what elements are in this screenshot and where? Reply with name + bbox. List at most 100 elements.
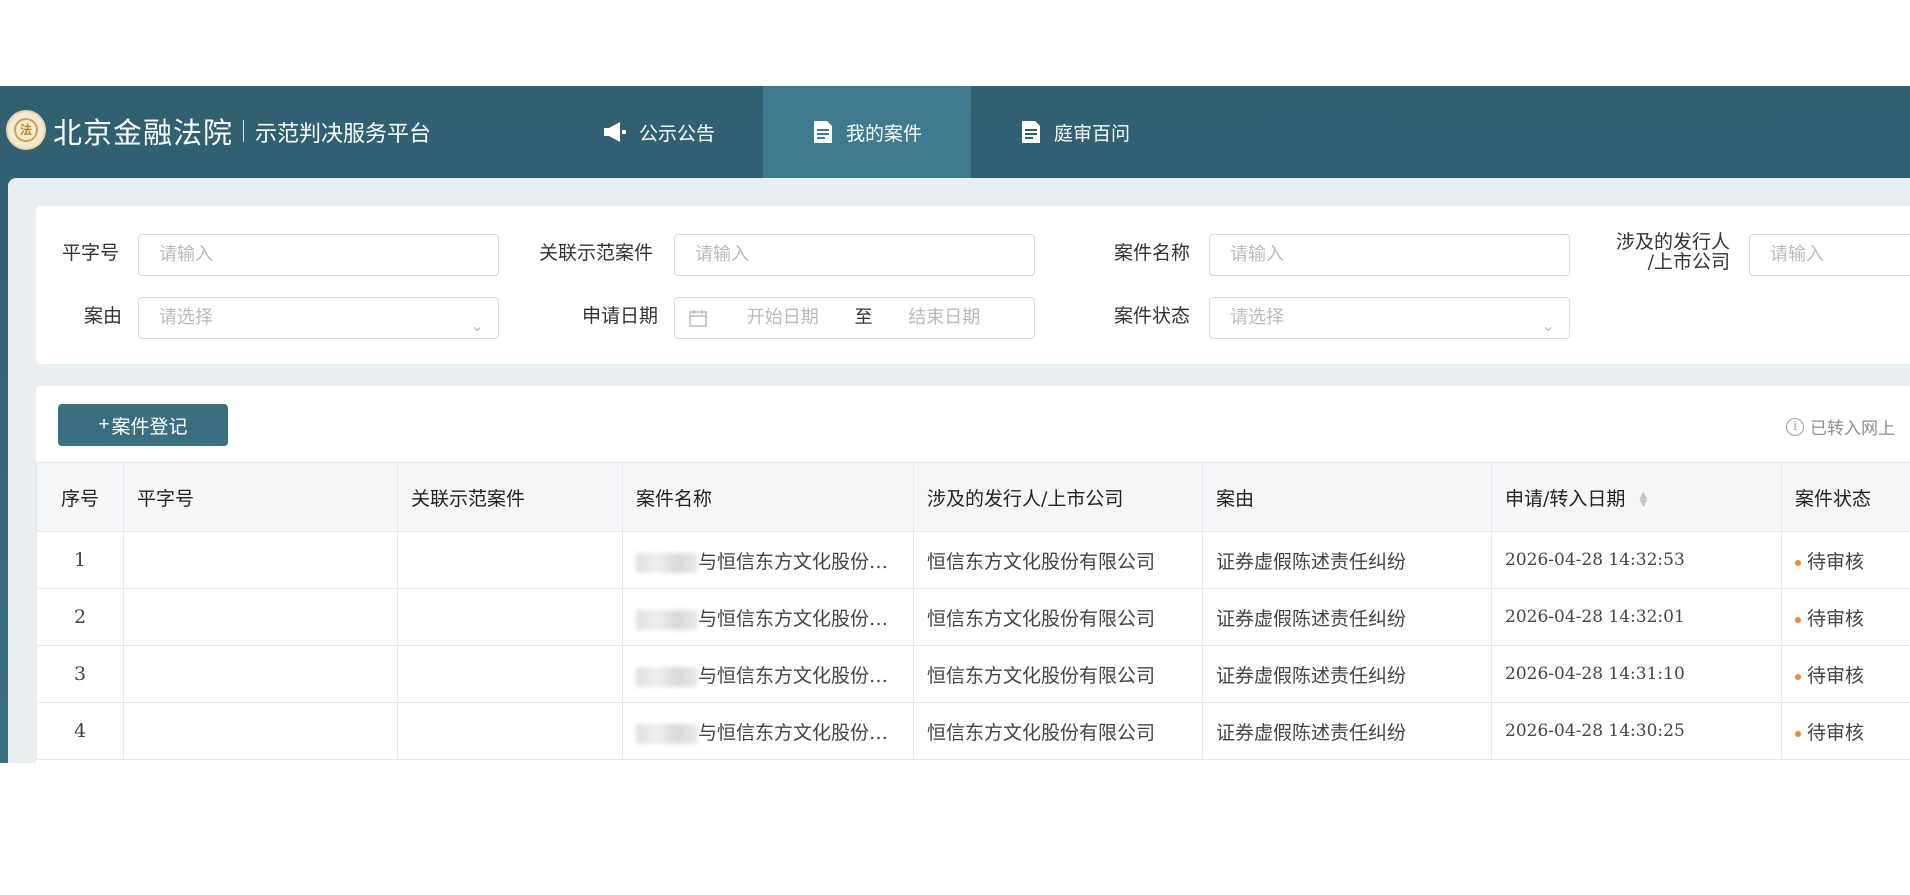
cell-related — [397, 531, 623, 589]
col-header-date[interactable]: 申请/转入日期 ▲ ▼ — [1491, 462, 1782, 532]
case-table-panel: + 案件登记 i 已转入网上 序号 平字号 关联示范案件 案件名称 涉及的发行人… — [36, 386, 1910, 763]
cell-issuer: 恒信东方文化股份有限公司 — [913, 702, 1203, 760]
cause-select[interactable]: 请选择 ⌄ — [138, 297, 499, 339]
cell-status: 待审核 — [1781, 645, 1910, 703]
cell-case-no — [123, 588, 398, 646]
cell-related — [397, 645, 623, 703]
col-header-cause: 案由 — [1202, 462, 1492, 532]
info-icon: i — [1786, 417, 1804, 436]
col-header-case-name: 案件名称 — [622, 462, 914, 532]
case-name-text: 与恒信东方文化股份… — [698, 550, 889, 573]
cell-index: 2 — [36, 588, 124, 646]
cell-date: 2026-04-28 14:32:01 — [1491, 588, 1782, 646]
cell-date: 2026-04-28 14:32:53 — [1491, 531, 1782, 589]
status-text: 待审核 — [1807, 607, 1865, 630]
cell-case-no — [123, 531, 398, 589]
cell-issuer: 恒信东方文化股份有限公司 — [913, 588, 1203, 646]
cell-case-no — [123, 645, 398, 703]
table-row[interactable]: 4 与恒信东方文化股份… 恒信东方文化股份有限公司 证券虚假陈述责任纠纷 202… — [36, 702, 1910, 760]
col-header-case-no: 平字号 — [123, 462, 398, 532]
calendar-icon — [689, 310, 707, 327]
cell-related — [397, 588, 623, 646]
case-name-text: 与恒信东方文化股份… — [698, 664, 889, 687]
tab-announcements[interactable]: 公示公告 — [555, 86, 763, 178]
case-name-text: 与恒信东方文化股份… — [698, 607, 889, 630]
issuer-label-line2: /上市公司 — [1647, 251, 1731, 273]
case-no-label: 平字号 — [62, 242, 120, 264]
cell-cause: 证券虚假陈述责任纠纷 — [1202, 645, 1492, 703]
sort-icon[interactable]: ▲ ▼ — [1639, 490, 1647, 508]
add-case-button[interactable]: + 案件登记 — [58, 404, 228, 446]
redacted-name — [636, 666, 698, 687]
court-logo-icon: 法 — [6, 110, 46, 150]
col-header-issuer: 涉及的发行人/上市公司 — [913, 462, 1203, 532]
table-header-row: 序号 平字号 关联示范案件 案件名称 涉及的发行人/上市公司 案由 申请/转入日… — [36, 462, 1910, 532]
table-row[interactable]: 1 与恒信东方文化股份… 恒信东方文化股份有限公司 证券虚假陈述责任纠纷 202… — [36, 531, 1910, 589]
table-row[interactable]: 2 与恒信东方文化股份… 恒信东方文化股份有限公司 证券虚假陈述责任纠纷 202… — [36, 588, 1910, 646]
case-name-input[interactable]: 请输入 — [1209, 234, 1570, 276]
cell-cause: 证券虚假陈述责任纠纷 — [1202, 702, 1492, 760]
megaphone-icon — [603, 122, 626, 142]
related-case-input[interactable]: 请输入 — [674, 234, 1035, 276]
cell-status: 待审核 — [1781, 588, 1910, 646]
case-name-label: 案件名称 — [1114, 242, 1191, 264]
tab-label: 公示公告 — [638, 122, 715, 145]
table-row[interactable]: 3 与恒信东方文化股份… 恒信东方文化股份有限公司 证券虚假陈述责任纠纷 202… — [36, 645, 1910, 703]
cell-issuer: 恒信东方文化股份有限公司 — [913, 531, 1203, 589]
case-name-text: 与恒信东方文化股份… — [698, 721, 889, 744]
transfer-notice: i 已转入网上 — [1786, 414, 1895, 439]
cell-related — [397, 702, 623, 760]
redacted-name — [636, 609, 698, 630]
status-dot-icon — [1795, 730, 1801, 737]
chevron-down-icon: ⌄ — [470, 316, 484, 335]
status-dot-icon — [1795, 559, 1801, 566]
status-select[interactable]: 请选择 ⌄ — [1209, 297, 1570, 339]
case-no-input[interactable]: 请输入 — [138, 234, 499, 276]
redacted-name — [636, 723, 698, 744]
tab-label: 庭审百问 — [1053, 122, 1130, 145]
cell-case-name[interactable]: 与恒信东方文化股份… — [622, 531, 914, 589]
col-header-index: 序号 — [36, 462, 124, 532]
site-subtitle: 示范判决服务平台 — [255, 122, 432, 147]
issuer-input[interactable]: 请输入 — [1749, 234, 1910, 276]
redacted-name — [636, 552, 698, 573]
notice-text: 已转入网上 — [1810, 419, 1895, 439]
cell-index: 4 — [36, 702, 124, 760]
cell-date: 2026-04-28 14:30:25 — [1491, 702, 1782, 760]
cell-status: 待审核 — [1781, 531, 1910, 589]
title-divider — [243, 120, 244, 142]
cell-cause: 证券虚假陈述责任纠纷 — [1202, 588, 1492, 646]
document-icon — [813, 121, 832, 143]
status-text: 待审核 — [1807, 664, 1865, 687]
date-label: 申请日期 — [582, 305, 659, 327]
tab-my-cases[interactable]: 我的案件 — [763, 86, 971, 178]
cell-issuer: 恒信东方文化股份有限公司 — [913, 645, 1203, 703]
app-window: 法 北京金融法院 示范判决服务平台 公示公告 我的案件 庭审百问 平字号 请输入… — [0, 86, 1910, 763]
col-header-related: 关联示范案件 — [397, 462, 623, 532]
issuer-label-line1: 涉及的发行人 — [1616, 231, 1731, 253]
content-area: 平字号 请输入 关联示范案件 请输入 案件名称 请输入 涉及的发行人 /上市公司… — [8, 178, 1910, 763]
tab-trial-faq[interactable]: 庭审百问 — [971, 86, 1179, 178]
cell-index: 3 — [36, 645, 124, 703]
cell-date: 2026-04-28 14:31:10 — [1491, 645, 1782, 703]
cell-case-name[interactable]: 与恒信东方文化股份… — [622, 702, 914, 760]
status-placeholder: 请选择 — [1230, 307, 1284, 328]
status-text: 待审核 — [1807, 721, 1865, 744]
add-case-label: 案件登记 — [111, 416, 188, 438]
date-end-placeholder: 结束日期 — [908, 307, 981, 328]
date-range-picker[interactable]: 开始日期 至 结束日期 — [674, 297, 1035, 339]
status-label: 案件状态 — [1114, 305, 1191, 327]
cause-label: 案由 — [84, 305, 123, 327]
tab-label: 我的案件 — [845, 122, 922, 145]
date-separator: 至 — [854, 307, 873, 328]
status-dot-icon — [1795, 673, 1801, 680]
issuer-label: 涉及的发行人 /上市公司 — [1616, 232, 1730, 272]
cell-case-name[interactable]: 与恒信东方文化股份… — [622, 588, 914, 646]
related-case-label: 关联示范案件 — [539, 242, 654, 264]
top-header: 法 北京金融法院 示范判决服务平台 公示公告 我的案件 庭审百问 — [0, 86, 1910, 178]
document-icon — [1021, 121, 1040, 143]
case-table: 序号 平字号 关联示范案件 案件名称 涉及的发行人/上市公司 案由 申请/转入日… — [36, 462, 1910, 760]
cell-case-name[interactable]: 与恒信东方文化股份… — [622, 645, 914, 703]
col-header-status: 案件状态 — [1781, 462, 1910, 532]
cell-cause: 证券虚假陈述责任纠纷 — [1202, 531, 1492, 589]
